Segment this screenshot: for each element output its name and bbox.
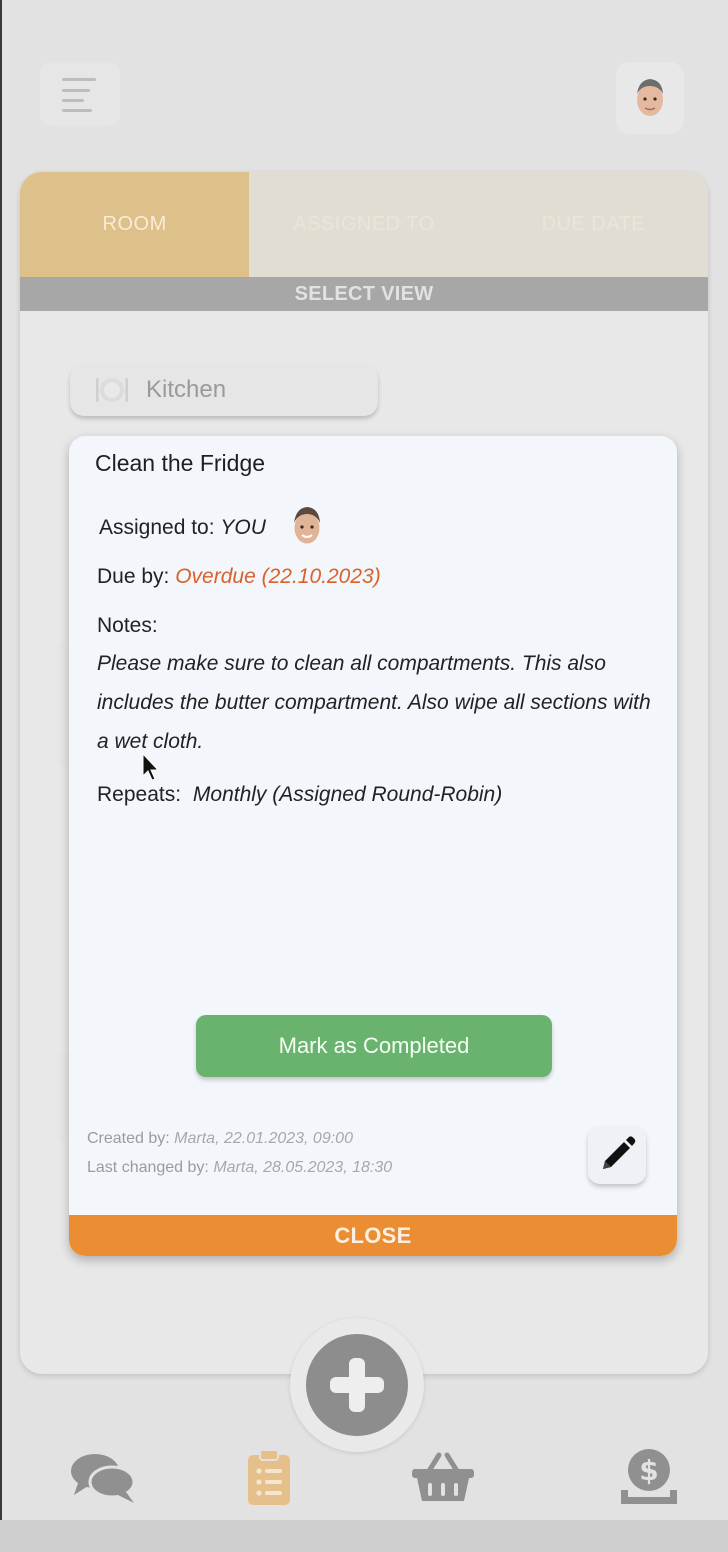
nav-shopping[interactable]: [408, 1444, 478, 1510]
view-tabs: ROOM ASSIGNED TO DUE DATE: [20, 172, 708, 277]
hamburger-line: [62, 109, 92, 112]
created-value: Marta, 22.01.2023, 09:00: [174, 1130, 353, 1147]
due-label: Due by:: [97, 565, 170, 588]
assigned-row: Assigned to: YOU: [99, 516, 266, 540]
due-row: Due by: Overdue (22.10.2023): [97, 565, 381, 589]
notes-label: Notes:: [97, 614, 158, 637]
device-edge: [0, 0, 2, 1552]
assigned-label: Assigned to:: [99, 516, 215, 539]
hamburger-line: [62, 99, 84, 102]
nav-tasks[interactable]: [234, 1444, 304, 1510]
created-label: Created by:: [87, 1130, 170, 1147]
tab-assigned-to[interactable]: ASSIGNED TO: [249, 172, 479, 277]
room-header-kitchen[interactable]: Kitchen: [70, 364, 378, 416]
close-modal-button[interactable]: CLOSE: [69, 1215, 677, 1256]
due-value: Overdue (22.10.2023): [175, 565, 381, 588]
created-info: Created by: Marta, 22.01.2023, 09:00: [87, 1130, 353, 1148]
svg-text:$: $: [639, 1454, 658, 1487]
edit-task-button[interactable]: [588, 1126, 646, 1184]
task-title: Clean the Fridge: [95, 450, 266, 476]
system-bar: [0, 1520, 728, 1552]
profile-button[interactable]: [616, 62, 684, 134]
mouse-cursor-icon: [142, 752, 160, 781]
repeats-label: Repeats:: [97, 783, 182, 806]
changed-info: Last changed by: Marta, 28.05.2023, 18:3…: [87, 1159, 392, 1177]
add-task-button[interactable]: [306, 1334, 408, 1436]
plus-icon: [330, 1358, 384, 1412]
task-detail-modal: Clean the Fridge Assigned to: YOU Due by…: [69, 436, 677, 1256]
notes-text: Please make sure to clean all compartmen…: [97, 652, 651, 753]
user-avatar-icon: [637, 79, 663, 116]
nav-finance[interactable]: $: [614, 1444, 684, 1510]
nav-chat[interactable]: [68, 1444, 138, 1510]
basket-icon: [412, 1452, 474, 1501]
tab-due-date[interactable]: DUE DATE: [478, 172, 708, 277]
chat-icon: [71, 1454, 136, 1503]
changed-label: Last changed by:: [87, 1159, 209, 1176]
assignee-avatar-icon: [294, 507, 320, 544]
mark-completed-button[interactable]: Mark as Completed: [196, 1015, 552, 1077]
pencil-icon: [603, 1136, 636, 1169]
hamburger-menu-button[interactable]: [40, 62, 120, 126]
clipboard-list-icon: [248, 1449, 290, 1505]
changed-value: Marta, 28.05.2023, 18:30: [213, 1159, 393, 1176]
hamburger-icon: [62, 78, 96, 81]
assigned-value: YOU: [220, 516, 266, 539]
tab-room[interactable]: ROOM: [20, 172, 250, 277]
repeats-row: Repeats: Monthly (Assigned Round-Robin): [97, 783, 502, 807]
hamburger-line: [62, 89, 90, 92]
money-icon: $: [621, 1449, 677, 1504]
select-view-label: SELECT VIEW: [20, 277, 708, 311]
room-label: Kitchen: [146, 376, 227, 403]
repeats-value: Monthly (Assigned Round-Robin): [192, 783, 503, 806]
plate-icon: [96, 378, 128, 402]
